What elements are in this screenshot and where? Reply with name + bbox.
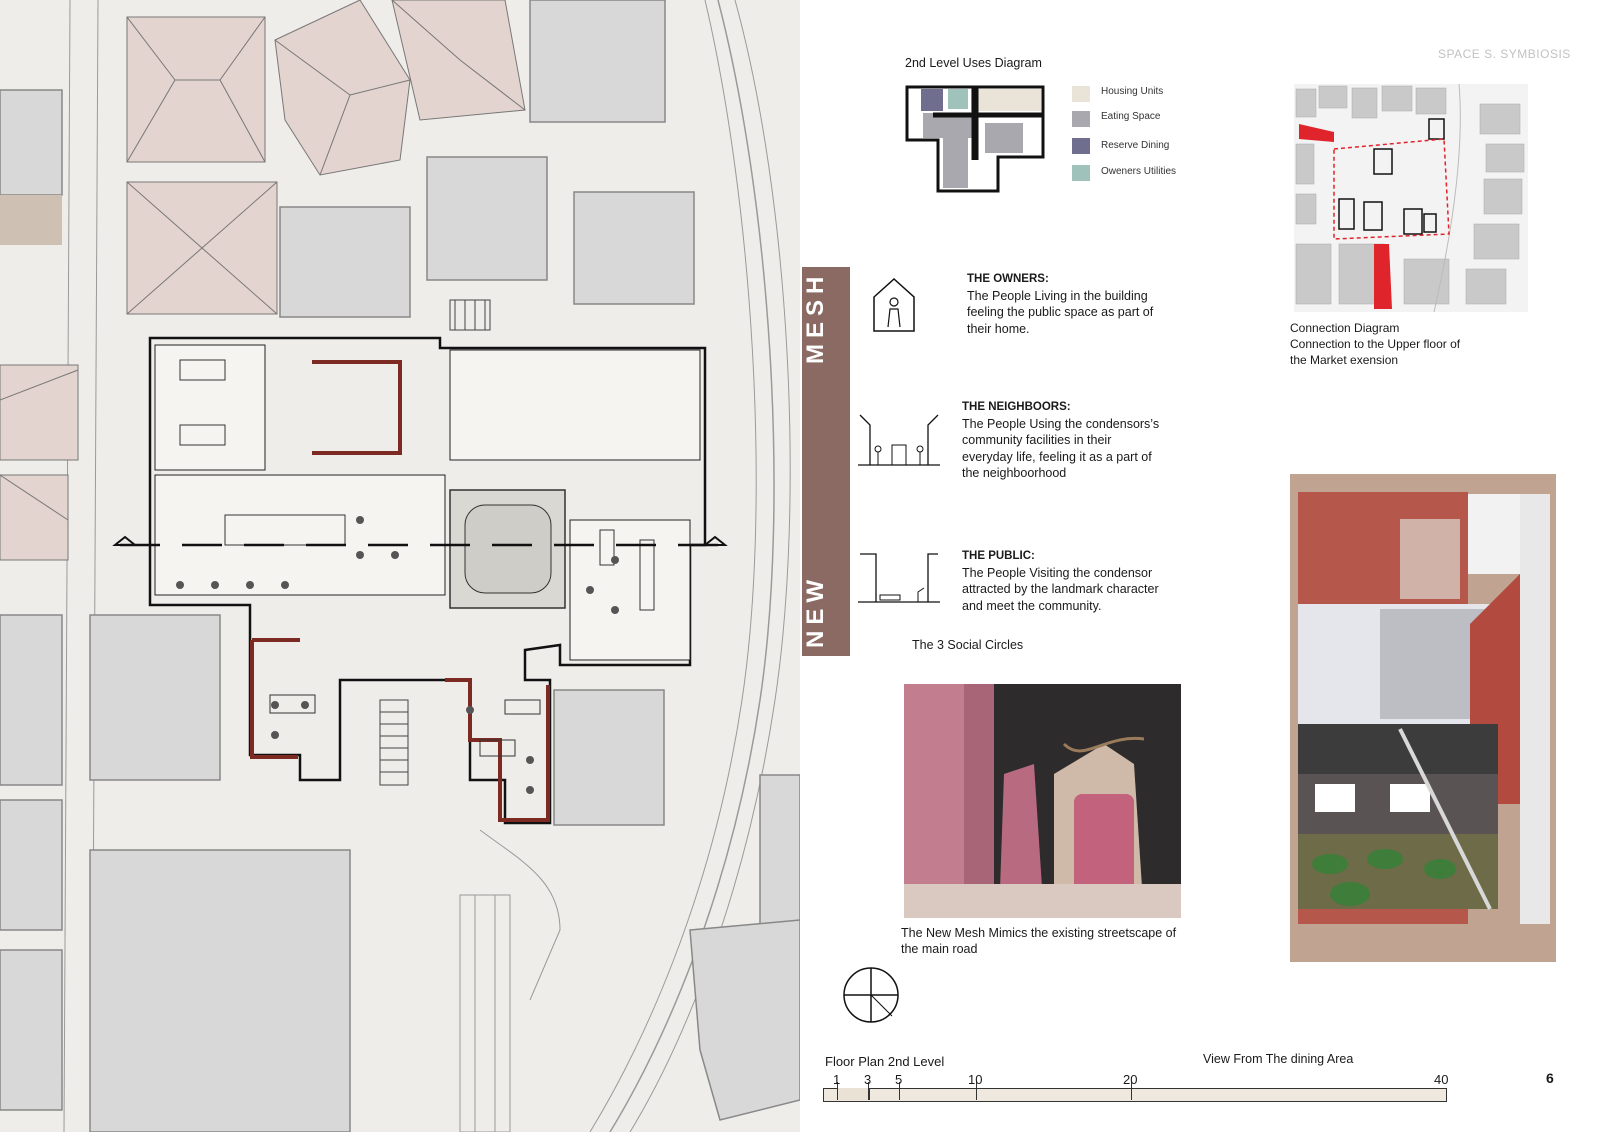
neighbors-block: THE NEIGHBOORS: The People Using the con… (962, 399, 1162, 482)
floor-plan-title: Floor Plan 2nd Level (825, 1054, 945, 1069)
scale-label-5: 5 (895, 1072, 903, 1087)
mesh-label: MESH (802, 270, 829, 364)
legend-swatch-utilities (1072, 165, 1090, 181)
uses-diagram (905, 85, 1045, 193)
dining-view-illustration (1290, 474, 1556, 962)
scale-label-10: 10 (968, 1072, 983, 1087)
floor-plan-drawing (0, 0, 801, 1133)
scale-label-1: 1 (833, 1072, 841, 1087)
public-plaza-icon (858, 553, 940, 603)
neighbors-text: The People Using the condensors’s commun… (962, 416, 1160, 481)
owners-heading: THE OWNERS: (967, 273, 1049, 285)
floor-plan-svg (0, 0, 801, 1133)
model-photo-illustration (904, 684, 1181, 918)
new-label: NEW (802, 574, 829, 649)
scale-bar-dark-segment (837, 1088, 870, 1100)
model-photo (904, 684, 1181, 918)
legend-swatch-housing (1072, 86, 1090, 102)
scale-bar (823, 1088, 1447, 1102)
scale-label-3: 3 (864, 1072, 872, 1087)
connection-diagram (1294, 84, 1528, 312)
page-number: 6 (1546, 1070, 1554, 1086)
legend-reserve-label: Reserve Dining (1101, 140, 1170, 151)
connection-title: Connection Diagram (1290, 321, 1400, 335)
public-text: The People Visiting the condensor attrac… (962, 565, 1159, 613)
connection-caption: Connection to the Upper floor of the Mar… (1290, 337, 1461, 367)
model-photo-caption: The New Mesh Mimics the existing streets… (901, 926, 1177, 956)
scale-label-40: 40 (1434, 1072, 1449, 1087)
view-caption: View From The dining Area (1203, 1052, 1354, 1066)
owners-text: The People Living in the building feelin… (967, 288, 1154, 336)
neighbors-street-icon (858, 414, 940, 466)
owners-house-icon (873, 277, 915, 332)
legend-eating-label: Eating Space (1101, 111, 1161, 122)
north-arrow-icon (843, 967, 899, 1023)
neighbors-heading: THE NEIGHBOORS: (962, 401, 1071, 413)
legend-housing-label: Housing Units (1101, 86, 1164, 97)
legend-utilities-label: Oweners Utilities (1101, 166, 1177, 177)
uses-diagram-title: 2nd Level Uses Diagram (905, 56, 1042, 70)
legend-swatch-eating (1072, 111, 1090, 127)
public-block: THE PUBLIC: The People Visiting the cond… (962, 548, 1162, 614)
owners-block: THE OWNERS: The People Living in the bui… (967, 271, 1167, 337)
document-title: SPACE S. SYMBIOSIS (1438, 47, 1571, 61)
legend-swatch-reserve (1072, 138, 1090, 154)
social-circles-title: The 3 Social Circles (912, 638, 1024, 652)
scale-label-20: 20 (1123, 1072, 1138, 1087)
new-mesh-bar: MESH NEW (802, 267, 850, 656)
dining-view-image (1290, 474, 1556, 962)
public-heading: THE PUBLIC: (962, 550, 1035, 562)
